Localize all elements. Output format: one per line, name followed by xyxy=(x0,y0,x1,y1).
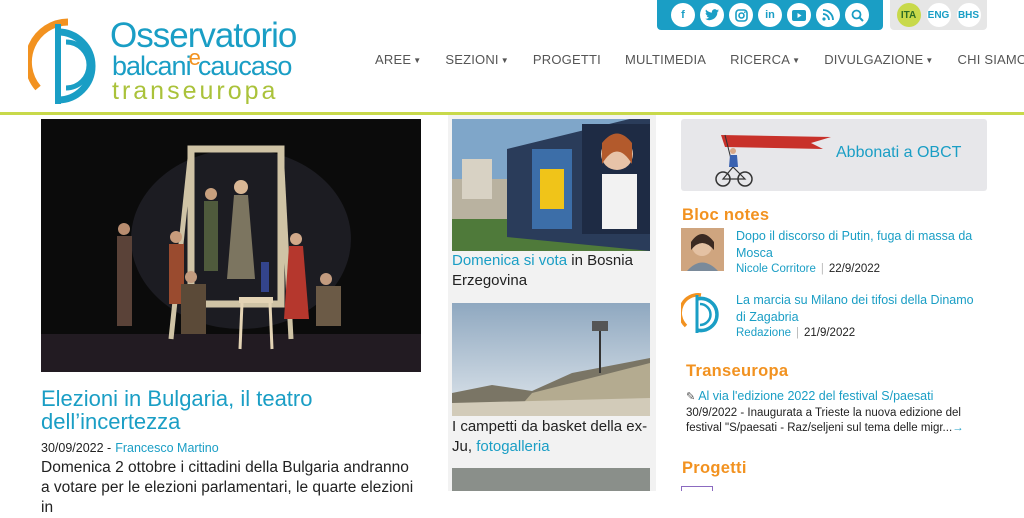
twitter-icon[interactable] xyxy=(700,3,724,27)
cyclist-flag-icon xyxy=(715,134,831,187)
bosnia-article-title[interactable]: Domenica si vota in Bosnia Erzegovina xyxy=(452,251,650,291)
bloc-note-author[interactable]: Nicole Corritore xyxy=(736,263,816,275)
youtube-icon[interactable] xyxy=(787,3,811,27)
nav-item-sezioni[interactable]: SEZIONI ▼ xyxy=(433,52,521,67)
nav-item-chi-siamo[interactable]: CHI SIAMO▼ xyxy=(946,52,1024,67)
bloc-note-meta: Nicole Corritore | 22/9/2022 xyxy=(736,263,881,275)
transeuropa-title[interactable]: Transeuropa xyxy=(686,362,788,381)
lang-eng[interactable]: ENG xyxy=(926,3,951,27)
pencil-icon: ✎ xyxy=(686,391,696,403)
lead-article-meta: 30/09/2022 - Francesco Martino xyxy=(41,441,219,455)
nav-item-divulgazione[interactable]: DIVULGAZIONE ▼ xyxy=(812,52,945,67)
author-avatar[interactable] xyxy=(681,228,724,271)
lead-article-author[interactable]: Francesco Martino xyxy=(115,441,219,455)
progetti-thumb[interactable] xyxy=(681,486,713,491)
rss-icon[interactable] xyxy=(816,3,840,27)
chevron-down-icon: ▼ xyxy=(413,56,422,65)
progetti-title[interactable]: Progetti xyxy=(682,459,747,478)
chevron-down-icon: ▼ xyxy=(500,56,509,65)
transeuropa-item: ✎ Al via l'edizione 2022 del festival S/p… xyxy=(686,389,986,436)
language-switcher: ITA ENG BHS xyxy=(890,0,987,30)
bloc-notes-title[interactable]: Bloc notes xyxy=(682,206,769,225)
basket-article-image[interactable] xyxy=(452,303,650,416)
bosnia-article-link[interactable]: Domenica si vota xyxy=(452,252,567,269)
nav-item-multimedia[interactable]: MULTIMEDIA xyxy=(613,52,718,67)
main-nav: AREE ▼ SEZIONI ▼ PROGETTI MULTIMEDIA RICER… xyxy=(363,52,1024,67)
chevron-down-icon: ▼ xyxy=(925,56,934,65)
facebook-icon[interactable]: f xyxy=(671,3,695,27)
nav-item-aree[interactable]: AREE ▼ xyxy=(363,52,433,67)
lang-ita[interactable]: ITA xyxy=(896,3,921,27)
basket-article-title[interactable]: I campetti da basket della ex-Ju, fotoga… xyxy=(452,417,652,457)
instagram-icon[interactable] xyxy=(729,3,753,27)
nav-item-progetti[interactable]: PROGETTI xyxy=(521,52,613,67)
bloc-note-item: Dopo il discorso di Putin, fuga di massa… xyxy=(681,228,987,278)
read-more-arrow-icon[interactable]: → xyxy=(952,422,964,434)
bloc-note-author[interactable]: Redazione xyxy=(736,327,791,339)
logo-text-line3: transeuropa xyxy=(112,77,279,105)
bloc-note-item: La marcia su Milano dei tifosi della Din… xyxy=(681,292,987,342)
subscribe-banner[interactable]: Abbonati a OBCT xyxy=(681,119,987,191)
bloc-note-title[interactable]: Dopo il discorso di Putin, fuga di massa… xyxy=(736,228,986,261)
social-bar: f in xyxy=(657,0,883,30)
nav-item-ricerca[interactable]: RICERCA ▼ xyxy=(718,52,812,67)
lead-article-summary: Domenica 2 ottobre i cittadini della Bul… xyxy=(41,459,414,516)
bloc-note-date: 22/9/2022 xyxy=(828,263,881,275)
bloc-note-meta: Redazione | 21/9/2022 xyxy=(736,327,856,339)
logo-text-line1: Osservatorio xyxy=(110,16,297,55)
transeuropa-item-desc: 30/9/2022 - Inaugurata a Trieste la nuov… xyxy=(686,407,964,434)
chevron-down-icon: ▼ xyxy=(792,56,801,65)
linkedin-icon[interactable]: in xyxy=(758,3,782,27)
transeuropa-item-title[interactable]: ✎ Al via l'edizione 2022 del festival S/p… xyxy=(686,389,986,405)
site-header: Osservatorio balcaniecaucaso transeuropa… xyxy=(0,0,1024,113)
subscribe-label[interactable]: Abbonati a OBCT xyxy=(836,144,961,162)
lang-bhs[interactable]: BHS xyxy=(956,3,981,27)
lead-article-date: 30/09/2022 - xyxy=(41,441,112,455)
bosnia-article-image[interactable] xyxy=(452,119,650,251)
search-icon[interactable] xyxy=(845,3,869,27)
bloc-note-title[interactable]: La marcia su Milano dei tifosi della Din… xyxy=(736,292,986,325)
obct-logo-icon[interactable] xyxy=(681,292,724,335)
third-article-image[interactable] xyxy=(452,468,650,491)
logo-mark-icon xyxy=(28,18,96,104)
gallery-link[interactable]: fotogalleria xyxy=(476,438,549,455)
lead-article-title[interactable]: Elezioni in Bulgaria, il teatro dell’inc… xyxy=(41,387,421,433)
bloc-note-date: 21/9/2022 xyxy=(803,327,856,339)
lead-article-image[interactable] xyxy=(41,119,421,372)
site-logo[interactable]: Osservatorio balcaniecaucaso transeuropa xyxy=(28,16,308,108)
